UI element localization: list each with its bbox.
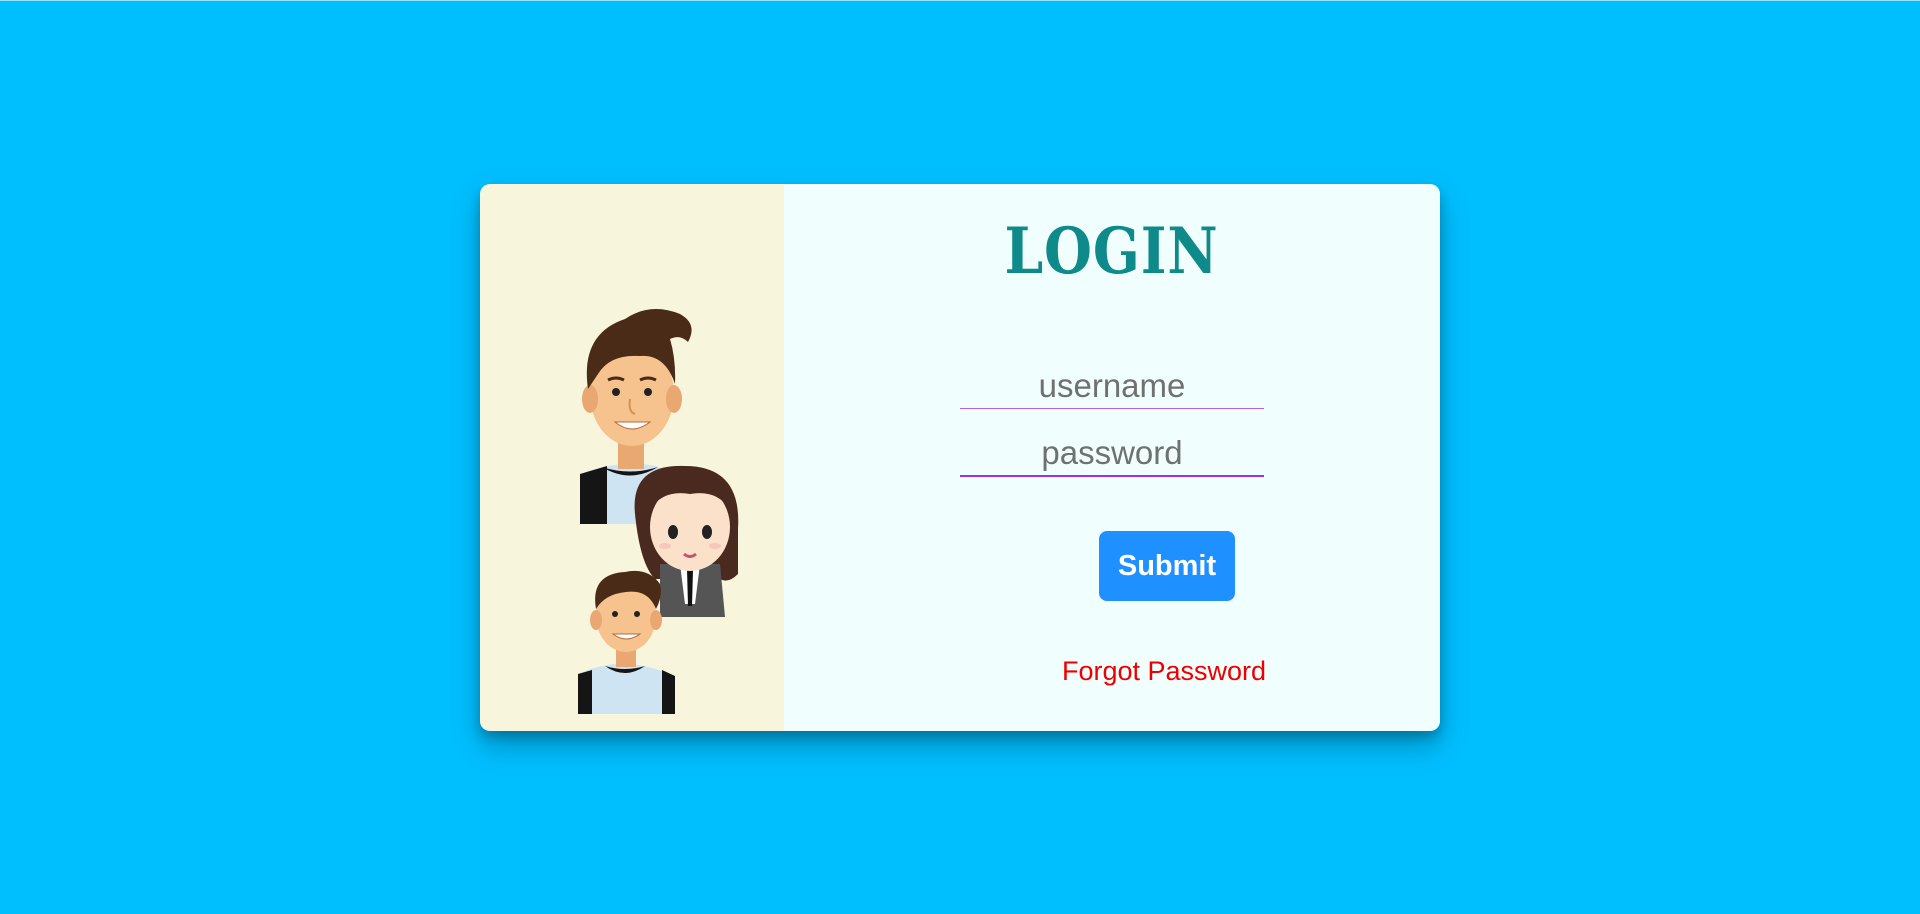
man-avatar-bottom <box>578 570 675 714</box>
username-input[interactable] <box>960 364 1264 409</box>
login-title: LOGIN <box>1004 214 1219 289</box>
login-card: LOGIN Submit Forgot Password <box>480 184 1440 731</box>
password-input[interactable] <box>960 431 1264 477</box>
top-border <box>0 0 1920 1</box>
illustration-panel <box>480 184 784 731</box>
login-form-panel: LOGIN Submit Forgot Password <box>784 184 1440 731</box>
people-illustration-icon <box>578 309 739 714</box>
submit-button[interactable]: Submit <box>1099 531 1235 601</box>
forgot-password-link[interactable]: Forgot Password <box>1044 656 1284 687</box>
